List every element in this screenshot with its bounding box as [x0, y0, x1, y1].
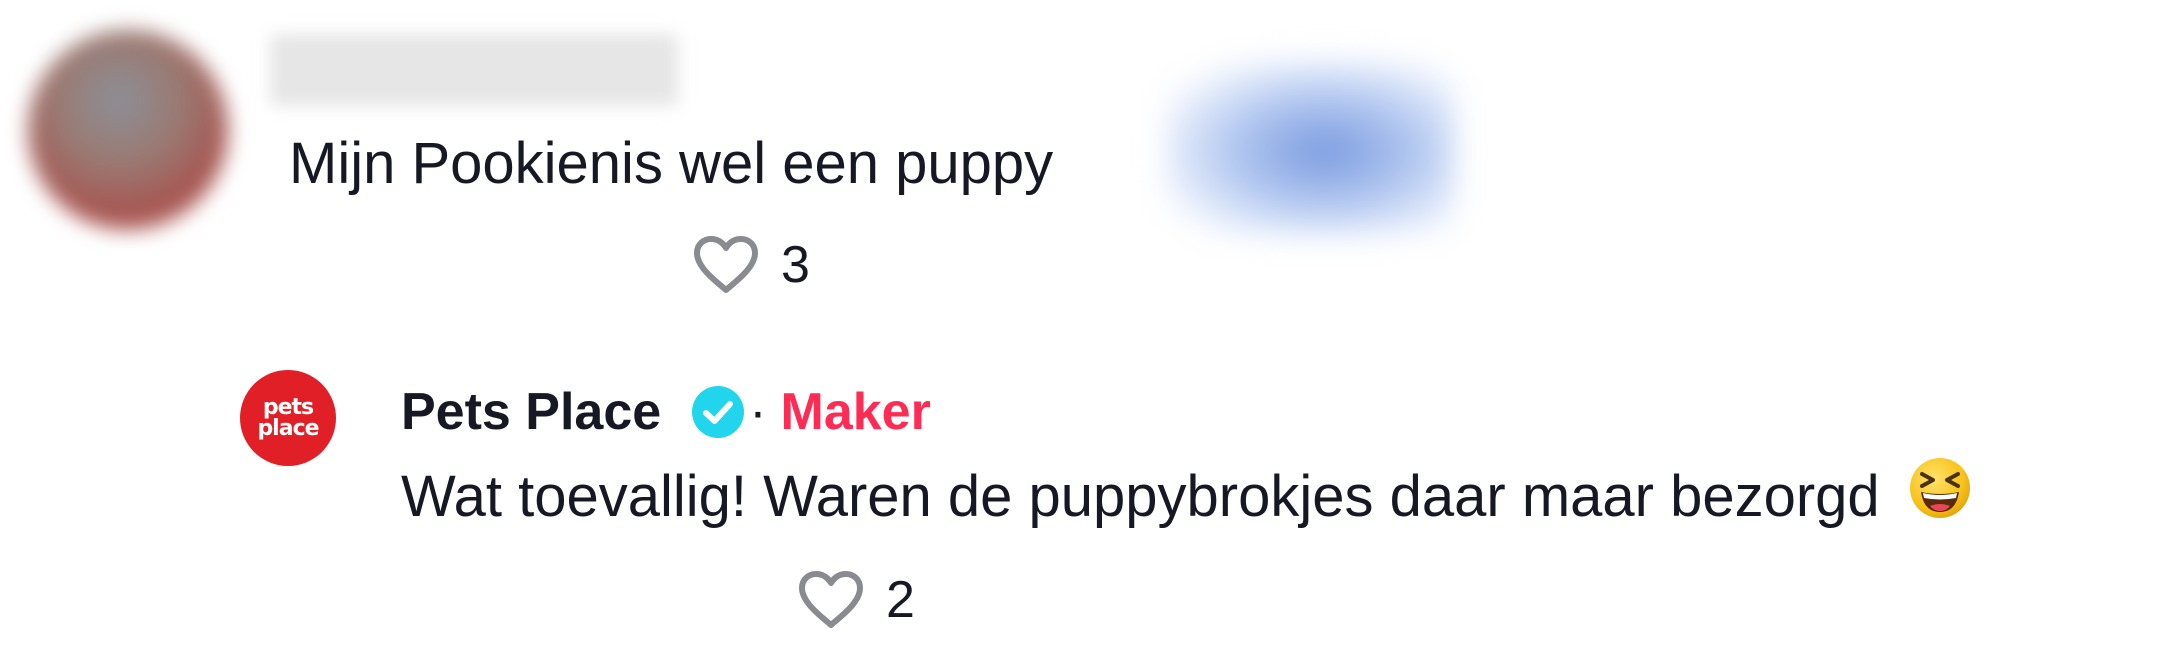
laughing-squint-emoji-icon [1908, 456, 1972, 537]
reply-like-button[interactable]: 2 [798, 560, 915, 640]
like-count: 2 [886, 571, 915, 629]
reply-text: Wat toevallig! Waren de puppybrokjes daa… [401, 463, 1880, 529]
commenter-avatar[interactable] [28, 30, 228, 230]
comment-like-button[interactable]: 3 [693, 225, 810, 305]
comment-text: Mijn Pookienis wel een puppy [289, 131, 1054, 196]
header-separator: · [749, 383, 767, 441]
verified-check-icon [691, 385, 745, 439]
reply-text-row: Wat toevallig! Waren de puppybrokjes daa… [401, 458, 1972, 541]
brand-logo-avatar[interactable]: pets place [240, 370, 336, 466]
reply-header: Pets Place · Maker [401, 376, 931, 448]
commenter-username-redacted[interactable] [270, 34, 678, 106]
reply-author-name[interactable]: Pets Place [401, 382, 661, 442]
brand-logo-line1: pets [262, 395, 314, 420]
heart-outline-icon [693, 235, 759, 295]
like-count: 3 [781, 236, 810, 294]
comment-sticker-redacted [1165, 60, 1455, 235]
brand-logo-line2: place [257, 416, 319, 441]
heart-outline-icon [798, 570, 864, 630]
maker-badge: Maker [780, 383, 931, 441]
